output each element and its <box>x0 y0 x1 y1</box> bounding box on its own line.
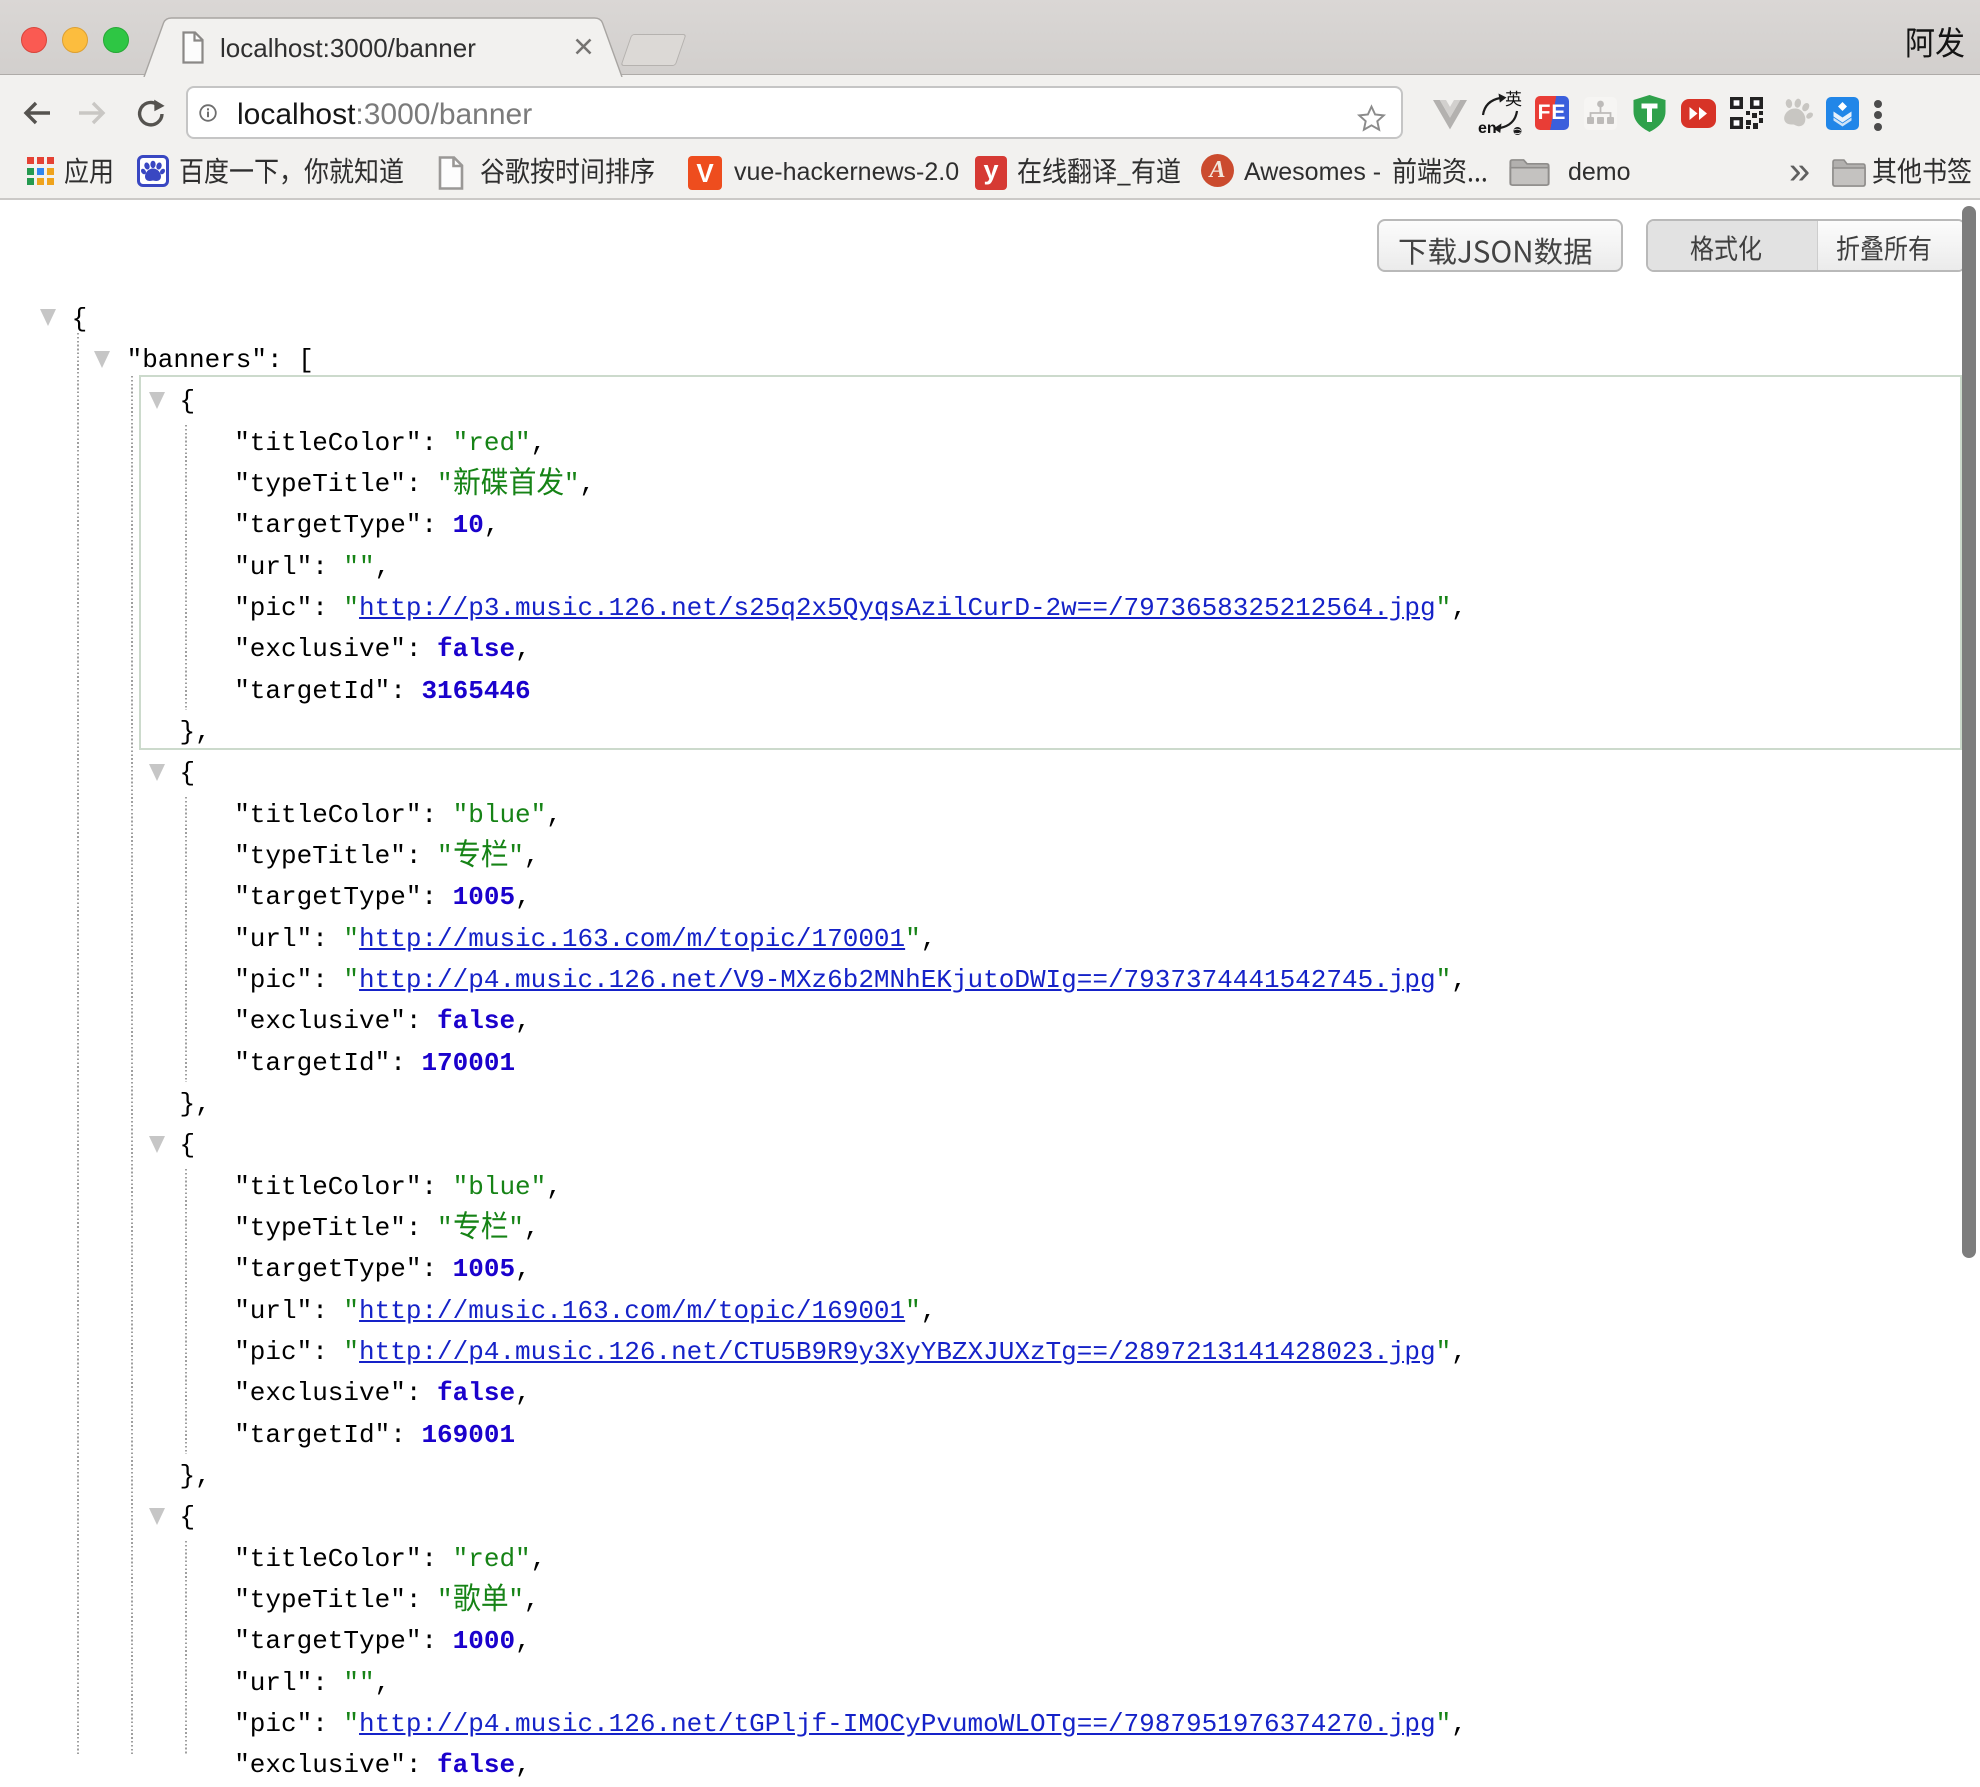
svg-text:en: en <box>1478 120 1497 136</box>
